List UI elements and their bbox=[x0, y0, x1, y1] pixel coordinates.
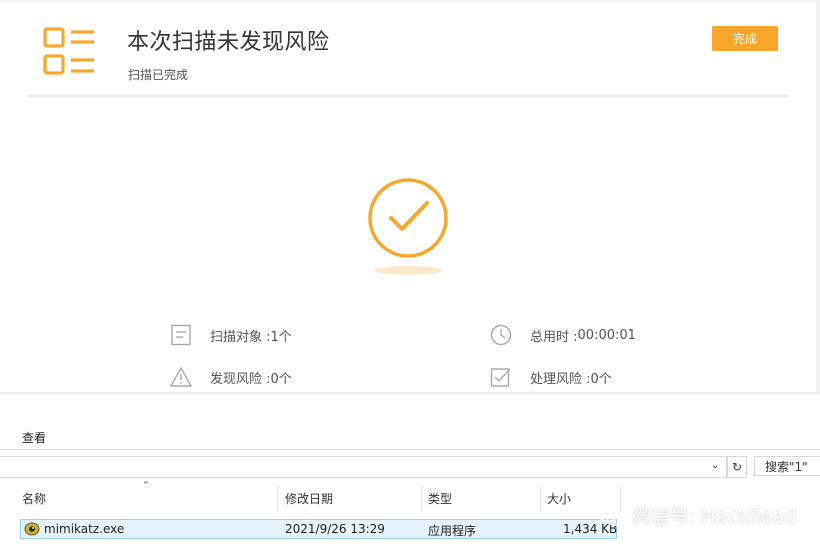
panel-edge bbox=[816, 0, 820, 392]
watermark-text: 微信号: HackRead bbox=[632, 506, 797, 528]
sort-arrow-icon: ⌃ bbox=[142, 481, 150, 491]
stat-value: 0个 bbox=[270, 371, 292, 387]
column-separator[interactable] bbox=[277, 486, 278, 512]
window-shadow bbox=[0, 392, 820, 396]
file-modified: 2021/9/26 13:29 bbox=[285, 522, 385, 536]
ribbon-divider bbox=[0, 449, 820, 450]
stat-value: 1个 bbox=[270, 329, 292, 345]
header-divider bbox=[28, 95, 788, 97]
application-icon bbox=[24, 522, 40, 536]
scan-result-title: 本次扫描未发现风险 bbox=[127, 30, 330, 55]
column-header-type[interactable]: 类型 bbox=[428, 490, 452, 507]
stat-label: 处理风险 bbox=[530, 368, 591, 387]
stat-scanned-objects: 扫描对象 1个 bbox=[170, 324, 292, 346]
clock-icon bbox=[490, 324, 512, 346]
file-type: 应用程序 bbox=[428, 524, 477, 538]
check-shadow bbox=[374, 266, 442, 275]
stat-label: 扫描对象 bbox=[210, 326, 271, 345]
column-header-name[interactable]: 名称 bbox=[22, 490, 46, 507]
stat-label: 总用时 bbox=[530, 326, 578, 345]
check-circle-icon bbox=[368, 178, 448, 258]
column-header-modified[interactable]: 修改日期 bbox=[285, 490, 333, 507]
report-list-icon bbox=[43, 27, 94, 75]
top-edge bbox=[0, 0, 820, 2]
refresh-icon[interactable]: ↻ bbox=[727, 456, 747, 478]
stat-value: 00:00:01 bbox=[577, 327, 636, 343]
column-separator[interactable] bbox=[421, 486, 422, 512]
chevron-down-icon[interactable]: ⌄ bbox=[711, 460, 719, 471]
stat-label: 发现风险 bbox=[210, 368, 271, 387]
column-separator[interactable] bbox=[540, 486, 541, 512]
stat-total-time: 总用时 00:00:01 bbox=[490, 324, 636, 346]
search-input[interactable]: 搜索"1" bbox=[754, 456, 820, 476]
scan-result-panel: 本次扫描未发现风险 扫描已完成 完成 扫描对象 1个 总用时 00:00:01 … bbox=[0, 0, 820, 392]
address-bar[interactable] bbox=[0, 456, 727, 478]
column-header-size[interactable]: 大小 bbox=[547, 490, 571, 507]
menu-view[interactable]: 查看 bbox=[22, 429, 46, 446]
stat-value: 0个 bbox=[590, 371, 612, 387]
wechat-icon bbox=[598, 505, 624, 526]
document-icon bbox=[171, 324, 191, 346]
warning-icon bbox=[170, 367, 192, 387]
done-button[interactable]: 完成 bbox=[712, 26, 778, 51]
watermark: 微信号: HackRead bbox=[598, 502, 797, 529]
stat-risks-found: 发现风险 0个 bbox=[170, 366, 292, 388]
file-name[interactable]: mimikatz.exe bbox=[44, 522, 124, 536]
scan-status-text: 扫描已完成 bbox=[128, 68, 189, 82]
stat-risks-handled: 处理风险 0个 bbox=[490, 366, 612, 388]
checkbox-icon bbox=[490, 368, 511, 387]
